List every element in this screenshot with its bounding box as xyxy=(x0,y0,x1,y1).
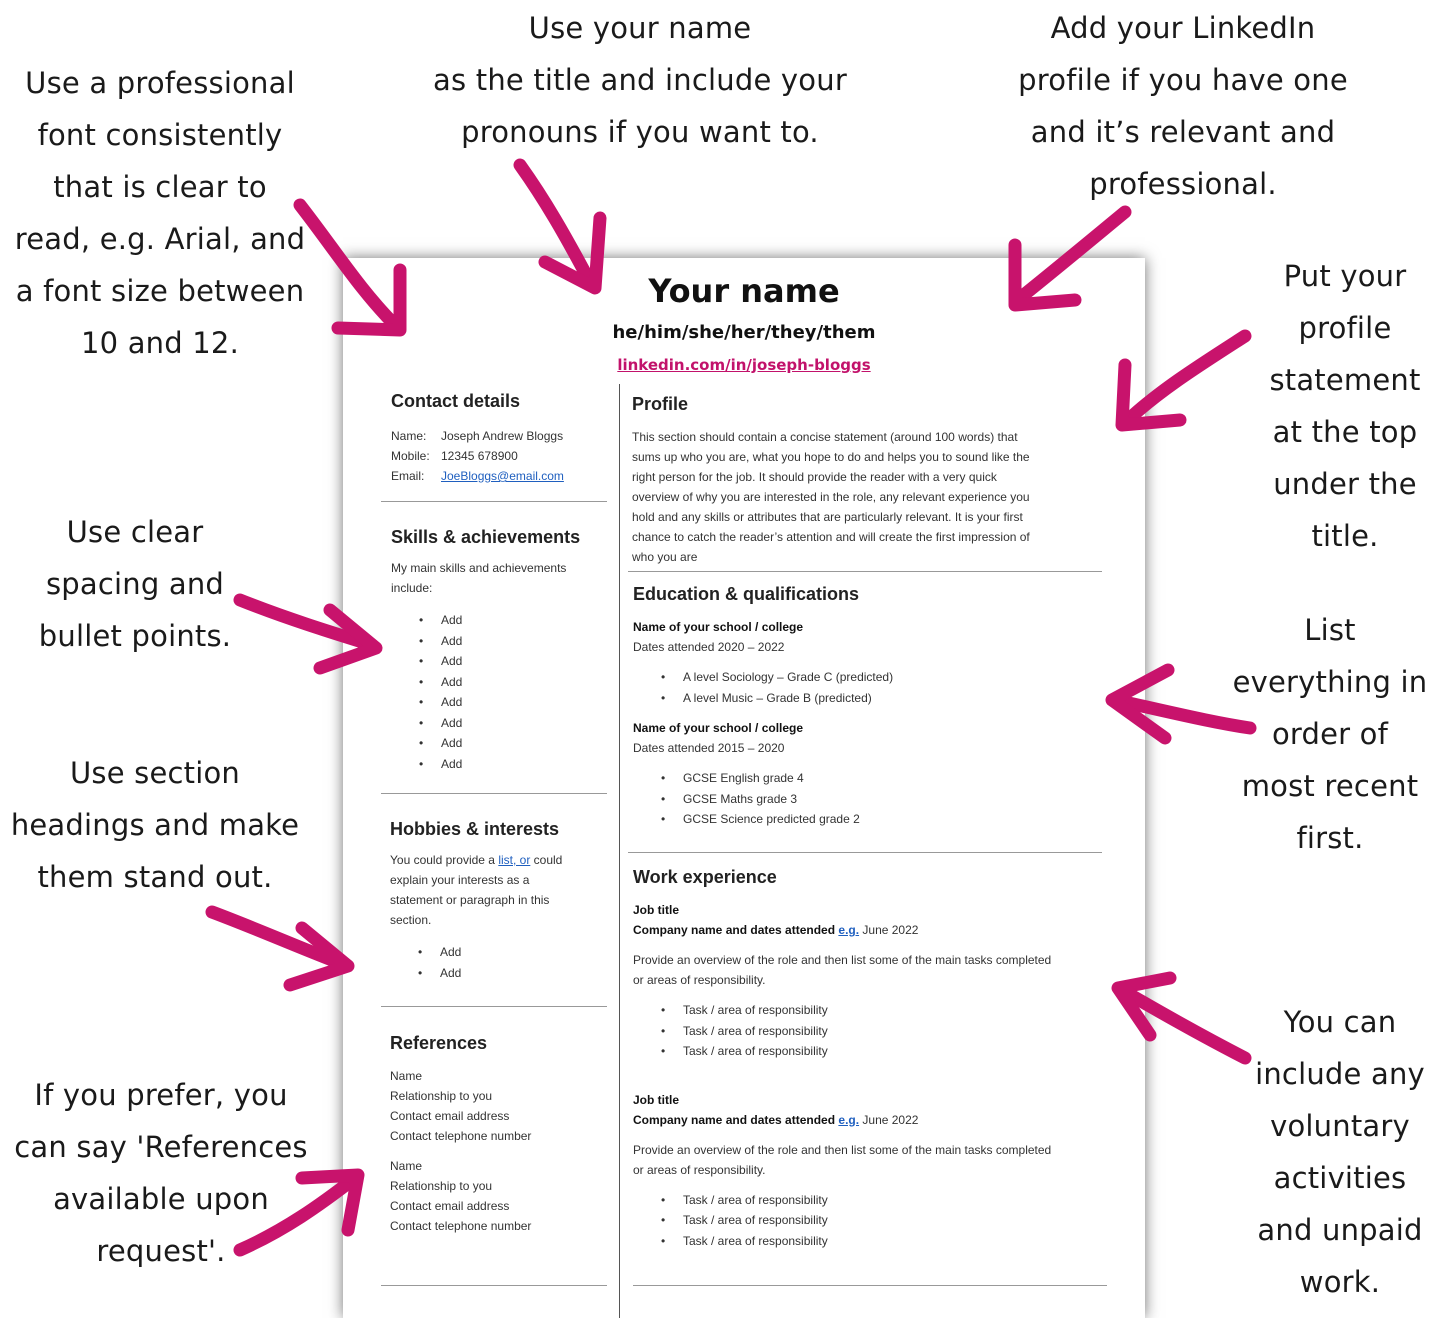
arrow-icon xyxy=(1115,329,1252,432)
arrow-icon xyxy=(513,158,607,295)
arrow-icon xyxy=(205,905,355,992)
arrow-icon xyxy=(1008,205,1132,312)
arrow-icon xyxy=(233,593,383,675)
arrows-layer xyxy=(205,158,1257,1257)
arrow-icon xyxy=(1111,971,1252,1065)
arrow-icon xyxy=(293,198,407,337)
arrow-icon xyxy=(1105,663,1257,745)
arrow-icon xyxy=(233,1168,365,1257)
